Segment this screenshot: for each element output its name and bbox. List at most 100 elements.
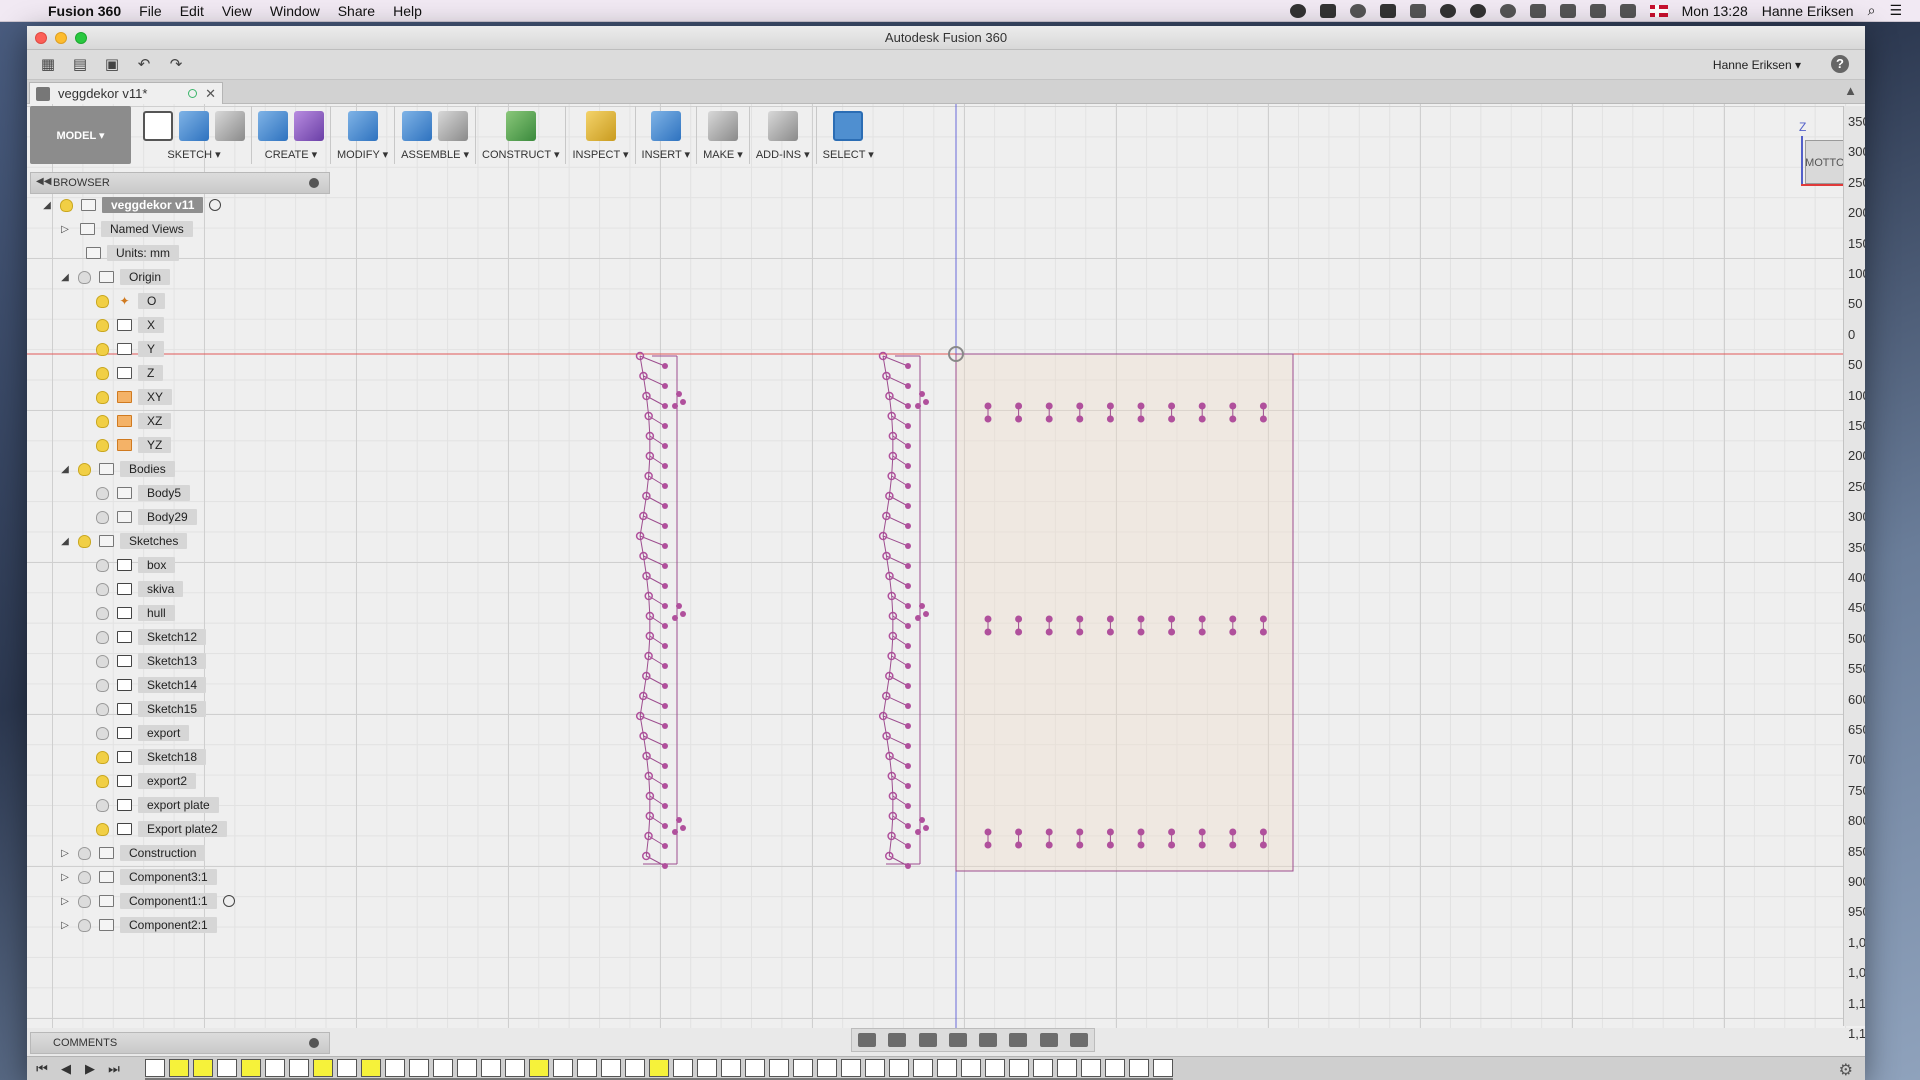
expand-arrow-icon[interactable]: ▷ xyxy=(58,872,72,883)
help-icon[interactable]: ? xyxy=(1831,55,1849,73)
cloud-sync-icon[interactable] xyxy=(1349,3,1366,18)
construct-menu[interactable]: CONSTRUCT ▾ xyxy=(482,148,559,161)
pan-hand-icon[interactable] xyxy=(918,1033,937,1047)
headphones-icon[interactable] xyxy=(1439,3,1456,18)
visibility-bulb-icon[interactable] xyxy=(60,198,73,212)
zoom-icon[interactable] xyxy=(948,1033,967,1047)
construct-group[interactable]: CONSTRUCT ▾ xyxy=(476,106,567,164)
make-group[interactable]: MAKE ▾ xyxy=(697,106,750,164)
spline-icon[interactable] xyxy=(179,111,209,141)
keyboard-layout-flag-icon[interactable] xyxy=(1649,4,1668,17)
timeline-feature-icon[interactable] xyxy=(577,1058,597,1077)
tree-origin-point[interactable]: ✦ O xyxy=(90,292,166,310)
visibility-bulb-icon[interactable] xyxy=(78,270,91,284)
tree-construction[interactable]: ▷ Construction xyxy=(58,844,206,862)
tree-root[interactable]: ◢ veggdekor v11 xyxy=(40,196,222,214)
tree-sketch[interactable]: export plate xyxy=(90,796,219,814)
timeline-feature-icon[interactable] xyxy=(649,1058,669,1077)
timeline-feature-icon[interactable] xyxy=(193,1058,213,1077)
close-window-button[interactable] xyxy=(35,32,47,44)
extrude-icon[interactable] xyxy=(258,111,288,141)
menu-window[interactable]: Window xyxy=(270,3,320,19)
menu-edit[interactable]: Edit xyxy=(180,3,204,19)
timeline-feature-icon[interactable] xyxy=(505,1058,525,1077)
timeline-feature-icon[interactable] xyxy=(1105,1058,1125,1077)
visibility-bulb-icon[interactable] xyxy=(78,870,91,884)
zoom-window-button[interactable] xyxy=(75,32,87,44)
timeline-feature-icon[interactable] xyxy=(169,1058,189,1077)
visibility-bulb-icon[interactable] xyxy=(96,558,109,572)
record-icon[interactable] xyxy=(1469,3,1486,18)
timeline-feature-icon[interactable] xyxy=(217,1058,237,1077)
press-pull-icon[interactable] xyxy=(347,111,378,141)
zoom-window-icon[interactable] xyxy=(979,1033,998,1047)
visibility-bulb-icon[interactable] xyxy=(96,582,109,596)
timeline-feature-icon[interactable] xyxy=(1009,1058,1029,1077)
tree-sketch[interactable]: Sketch13 xyxy=(90,652,207,670)
checklist-icon[interactable] xyxy=(1409,3,1426,18)
tree-axis-y[interactable]: Y xyxy=(90,340,165,358)
timeline-feature-icon[interactable] xyxy=(985,1058,1005,1077)
sketch-group[interactable]: SKETCH ▾ xyxy=(137,106,252,164)
tree-bodies[interactable]: ◢ Bodies xyxy=(58,460,175,478)
collapse-arrow-icon[interactable]: ◢ xyxy=(40,200,54,211)
timeline-feature-icon[interactable] xyxy=(457,1058,477,1077)
timeline-feature-icon[interactable] xyxy=(553,1058,573,1077)
timeline-feature-icon[interactable] xyxy=(961,1058,981,1077)
visibility-bulb-icon[interactable] xyxy=(96,318,109,332)
airplay-icon[interactable] xyxy=(1589,3,1606,18)
expand-arrow-icon[interactable]: ▷ xyxy=(58,848,72,859)
visibility-bulb-icon[interactable] xyxy=(78,846,91,860)
go-to-start-icon[interactable]: ⏮ xyxy=(33,1061,51,1077)
timeline-feature-icon[interactable] xyxy=(385,1058,405,1077)
activate-radio-icon[interactable] xyxy=(222,895,235,907)
visibility-bulb-icon[interactable] xyxy=(96,702,109,716)
make-menu[interactable]: MAKE ▾ xyxy=(703,148,743,161)
tree-units[interactable]: Units: mm xyxy=(78,244,179,262)
file-menu-icon[interactable]: ▤ xyxy=(69,56,91,74)
collapse-chevron-icon[interactable]: ▲ xyxy=(1844,83,1857,98)
inspect-menu[interactable]: INSPECT ▾ xyxy=(572,148,628,161)
menu-file[interactable]: File xyxy=(139,3,162,19)
rectangle-icon[interactable] xyxy=(215,111,245,141)
inspect-group[interactable]: INSPECT ▾ xyxy=(566,106,636,164)
visibility-bulb-icon[interactable] xyxy=(96,750,109,764)
visibility-bulb-icon[interactable] xyxy=(96,606,109,620)
tree-sketches[interactable]: ◢ Sketches xyxy=(58,532,188,550)
tree-plane-xy[interactable]: XY xyxy=(90,388,173,406)
activate-radio-icon[interactable] xyxy=(209,199,222,211)
save-icon[interactable]: ▣ xyxy=(101,56,123,74)
timeline-feature-icon[interactable] xyxy=(265,1058,285,1077)
addins-menu[interactable]: ADD-INS ▾ xyxy=(756,148,810,161)
select-icon[interactable] xyxy=(833,111,864,141)
timeline-settings-gear-icon[interactable]: ⚙ xyxy=(1839,1060,1853,1080)
menu-share[interactable]: Share xyxy=(338,3,375,19)
menu-help[interactable]: Help xyxy=(393,3,422,19)
redo-icon[interactable]: ↷ xyxy=(165,56,187,74)
visibility-bulb-icon[interactable] xyxy=(96,294,109,308)
play-icon[interactable]: ▶ xyxy=(81,1061,99,1077)
timeline-feature-icon[interactable] xyxy=(673,1058,693,1077)
visibility-bulb-icon[interactable] xyxy=(96,630,109,644)
assemble-menu[interactable]: ASSEMBLE ▾ xyxy=(401,148,469,161)
timeline-feature-icon[interactable] xyxy=(1033,1058,1053,1077)
timeline-feature-icon[interactable] xyxy=(241,1058,261,1077)
visibility-bulb-icon[interactable] xyxy=(96,414,109,428)
wifi-icon[interactable] xyxy=(1559,3,1576,18)
timeline-feature-icon[interactable] xyxy=(769,1058,789,1077)
insert-group[interactable]: INSERT ▾ xyxy=(636,106,698,164)
timeline-feature-icon[interactable] xyxy=(793,1058,813,1077)
timeline-feature-icon[interactable] xyxy=(1129,1058,1149,1077)
timeline-feature-icon[interactable] xyxy=(745,1058,765,1077)
orbit-icon[interactable] xyxy=(858,1033,877,1047)
visibility-bulb-icon[interactable] xyxy=(96,774,109,788)
select-group[interactable]: SELECT ▾ xyxy=(817,106,880,164)
expand-arrow-icon[interactable]: ▷ xyxy=(58,896,72,907)
modify-group[interactable]: MODIFY ▾ xyxy=(331,106,396,164)
visibility-bulb-icon[interactable] xyxy=(96,726,109,740)
timeline-feature-icon[interactable] xyxy=(409,1058,429,1077)
look-at-icon[interactable] xyxy=(888,1033,907,1047)
timeline-feature-icon[interactable] xyxy=(1057,1058,1077,1077)
collapse-panel-icon[interactable]: ◀◀ xyxy=(36,176,51,187)
tree-sketch[interactable]: Sketch12 xyxy=(90,628,207,646)
